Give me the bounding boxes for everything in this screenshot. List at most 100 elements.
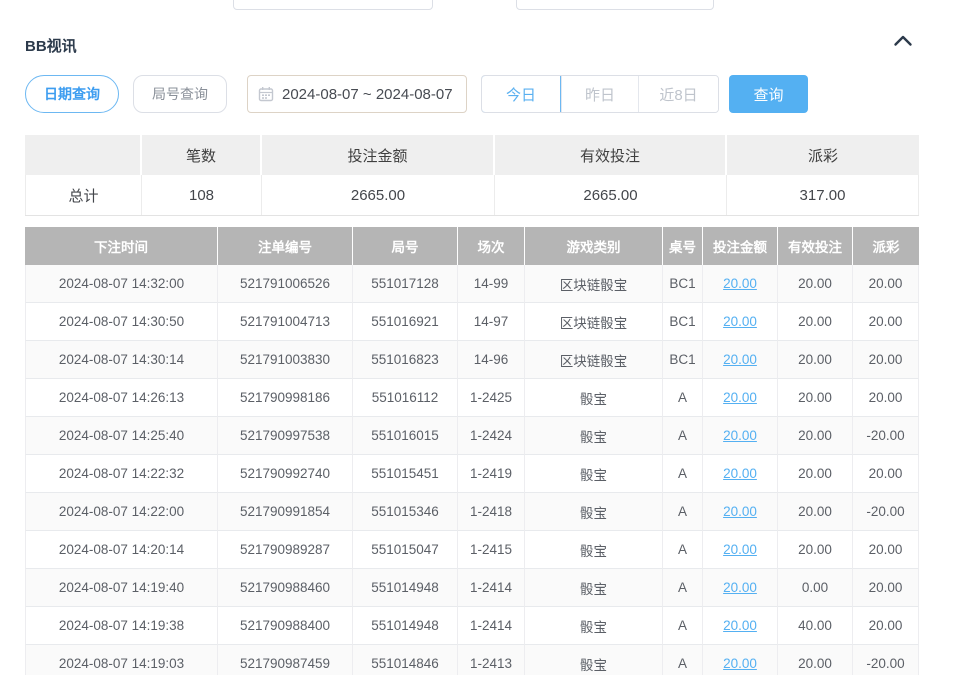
cell-payout: 20.00 bbox=[853, 265, 919, 303]
bet-amount-link[interactable]: 20.00 bbox=[723, 580, 757, 595]
cell-bet-amount: 20.00 bbox=[703, 531, 778, 569]
cell-valid-bet: 0.00 bbox=[778, 569, 853, 607]
cell-payout: 20.00 bbox=[853, 531, 919, 569]
cell-session: 1-2415 bbox=[458, 531, 525, 569]
cell-round-id: 551017128 bbox=[353, 265, 458, 303]
summary-total-count: 108 bbox=[142, 175, 262, 215]
cell-bet-amount: 20.00 bbox=[703, 379, 778, 417]
cell-game-type: 骰宝 bbox=[525, 607, 663, 645]
cell-game-type: 骰宝 bbox=[525, 417, 663, 455]
cell-round-id: 551014846 bbox=[353, 645, 458, 675]
bet-amount-link[interactable]: 20.00 bbox=[723, 656, 757, 671]
query-button[interactable]: 查询 bbox=[729, 75, 808, 113]
cell-bet-amount: 20.00 bbox=[703, 493, 778, 531]
column-header-payout: 派彩 bbox=[853, 227, 919, 265]
cell-valid-bet: 20.00 bbox=[778, 379, 853, 417]
column-header-bet-amount: 投注金额 bbox=[703, 227, 778, 265]
cell-table-id: BC1 bbox=[663, 303, 703, 341]
column-header-game-type: 游戏类别 bbox=[525, 227, 663, 265]
cell-bet-time: 2024-08-07 14:19:40 bbox=[25, 569, 218, 607]
cell-bet-time: 2024-08-07 14:22:32 bbox=[25, 455, 218, 493]
cell-session: 14-96 bbox=[458, 341, 525, 379]
tab-date-query[interactable]: 日期查询 bbox=[25, 75, 119, 113]
bet-amount-link[interactable]: 20.00 bbox=[723, 618, 757, 633]
summary-header-valid-bet: 有效投注 bbox=[495, 135, 727, 175]
bet-amount-link[interactable]: 20.00 bbox=[723, 542, 757, 557]
summary-table-header: 笔数 投注金额 有效投注 派彩 bbox=[25, 135, 919, 175]
partial-input-left[interactable] bbox=[233, 0, 433, 10]
cell-game-type: 骰宝 bbox=[525, 531, 663, 569]
cell-bet-time: 2024-08-07 14:19:38 bbox=[25, 607, 218, 645]
cell-bet-amount: 20.00 bbox=[703, 569, 778, 607]
table-row: 2024-08-07 14:30:14521791003830551016823… bbox=[25, 341, 919, 379]
cell-table-id: A bbox=[663, 645, 703, 675]
column-header-valid-bet: 有效投注 bbox=[778, 227, 853, 265]
cell-game-type: 区块链骰宝 bbox=[525, 341, 663, 379]
cell-table-id: A bbox=[663, 607, 703, 645]
cell-order-id: 521790998186 bbox=[218, 379, 353, 417]
bet-amount-link[interactable]: 20.00 bbox=[723, 428, 757, 443]
cell-order-id: 521791003830 bbox=[218, 341, 353, 379]
cell-bet-amount: 20.00 bbox=[703, 607, 778, 645]
cell-table-id: A bbox=[663, 417, 703, 455]
table-row: 2024-08-07 14:19:38521790988400551014948… bbox=[25, 607, 919, 645]
cell-payout: 20.00 bbox=[853, 379, 919, 417]
cell-order-id: 521790989287 bbox=[218, 531, 353, 569]
cell-valid-bet: 20.00 bbox=[778, 531, 853, 569]
table-row: 2024-08-07 14:20:14521790989287551015047… bbox=[25, 531, 919, 569]
cell-session: 14-97 bbox=[458, 303, 525, 341]
last-8-days-button[interactable]: 近8日 bbox=[638, 76, 718, 112]
cell-session: 1-2419 bbox=[458, 455, 525, 493]
cell-valid-bet: 20.00 bbox=[778, 493, 853, 531]
cell-bet-time: 2024-08-07 14:32:00 bbox=[25, 265, 218, 303]
cell-table-id: A bbox=[663, 379, 703, 417]
summary-total-payout: 317.00 bbox=[727, 175, 919, 215]
cell-bet-time: 2024-08-07 14:19:03 bbox=[25, 645, 218, 675]
bet-amount-link[interactable]: 20.00 bbox=[723, 352, 757, 367]
cell-bet-amount: 20.00 bbox=[703, 417, 778, 455]
date-range-picker[interactable]: 2024-08-07 ~ 2024-08-07 bbox=[247, 75, 467, 113]
cell-bet-time: 2024-08-07 14:25:40 bbox=[25, 417, 218, 455]
cell-order-id: 521791006526 bbox=[218, 265, 353, 303]
bet-amount-link[interactable]: 20.00 bbox=[723, 276, 757, 291]
cell-round-id: 551015451 bbox=[353, 455, 458, 493]
partial-input-right[interactable] bbox=[516, 0, 714, 10]
bet-amount-link[interactable]: 20.00 bbox=[723, 314, 757, 329]
table-row: 2024-08-07 14:26:13521790998186551016112… bbox=[25, 379, 919, 417]
query-toolbar: 日期查询 局号查询 2024-08-07 ~ 2024-08-07 今日 bbox=[25, 75, 808, 113]
bet-amount-link[interactable]: 20.00 bbox=[723, 466, 757, 481]
today-button[interactable]: 今日 bbox=[481, 75, 561, 113]
cell-round-id: 551016921 bbox=[353, 303, 458, 341]
cell-valid-bet: 20.00 bbox=[778, 341, 853, 379]
table-row: 2024-08-07 14:30:50521791004713551016921… bbox=[25, 303, 919, 341]
table-row: 2024-08-07 14:19:40521790988460551014948… bbox=[25, 569, 919, 607]
table-row: 2024-08-07 14:32:00521791006526551017128… bbox=[25, 265, 919, 303]
cell-round-id: 551015047 bbox=[353, 531, 458, 569]
bet-amount-link[interactable]: 20.00 bbox=[723, 504, 757, 519]
cell-bet-amount: 20.00 bbox=[703, 341, 778, 379]
cell-round-id: 551016823 bbox=[353, 341, 458, 379]
bet-records-page: BB视讯 日期查询 局号查询 2024-0 bbox=[0, 0, 969, 675]
cell-valid-bet: 20.00 bbox=[778, 265, 853, 303]
detail-table-body: 2024-08-07 14:32:00521791006526551017128… bbox=[25, 265, 919, 675]
bet-detail-table: 下注时间注单编号局号场次游戏类别桌号投注金额有效投注派彩 2024-08-07 … bbox=[25, 227, 919, 675]
summary-table: 笔数 投注金额 有效投注 派彩 总计 108 2665.00 2665.00 3… bbox=[25, 135, 919, 216]
cell-payout: -20.00 bbox=[853, 645, 919, 675]
cell-payout: 20.00 bbox=[853, 341, 919, 379]
cell-table-id: A bbox=[663, 569, 703, 607]
cell-payout: 20.00 bbox=[853, 455, 919, 493]
cell-table-id: A bbox=[663, 455, 703, 493]
page-title: BB视讯 bbox=[25, 35, 77, 56]
tab-round-query[interactable]: 局号查询 bbox=[133, 75, 227, 113]
cell-order-id: 521790988460 bbox=[218, 569, 353, 607]
cell-valid-bet: 20.00 bbox=[778, 645, 853, 675]
cell-payout: -20.00 bbox=[853, 417, 919, 455]
summary-header-count: 笔数 bbox=[142, 135, 262, 175]
cell-game-type: 骰宝 bbox=[525, 569, 663, 607]
collapse-section-button[interactable] bbox=[893, 34, 917, 54]
bet-amount-link[interactable]: 20.00 bbox=[723, 390, 757, 405]
cell-session: 1-2425 bbox=[458, 379, 525, 417]
yesterday-button[interactable]: 昨日 bbox=[561, 76, 638, 112]
detail-table-header: 下注时间注单编号局号场次游戏类别桌号投注金额有效投注派彩 bbox=[25, 227, 919, 265]
cell-bet-time: 2024-08-07 14:30:50 bbox=[25, 303, 218, 341]
